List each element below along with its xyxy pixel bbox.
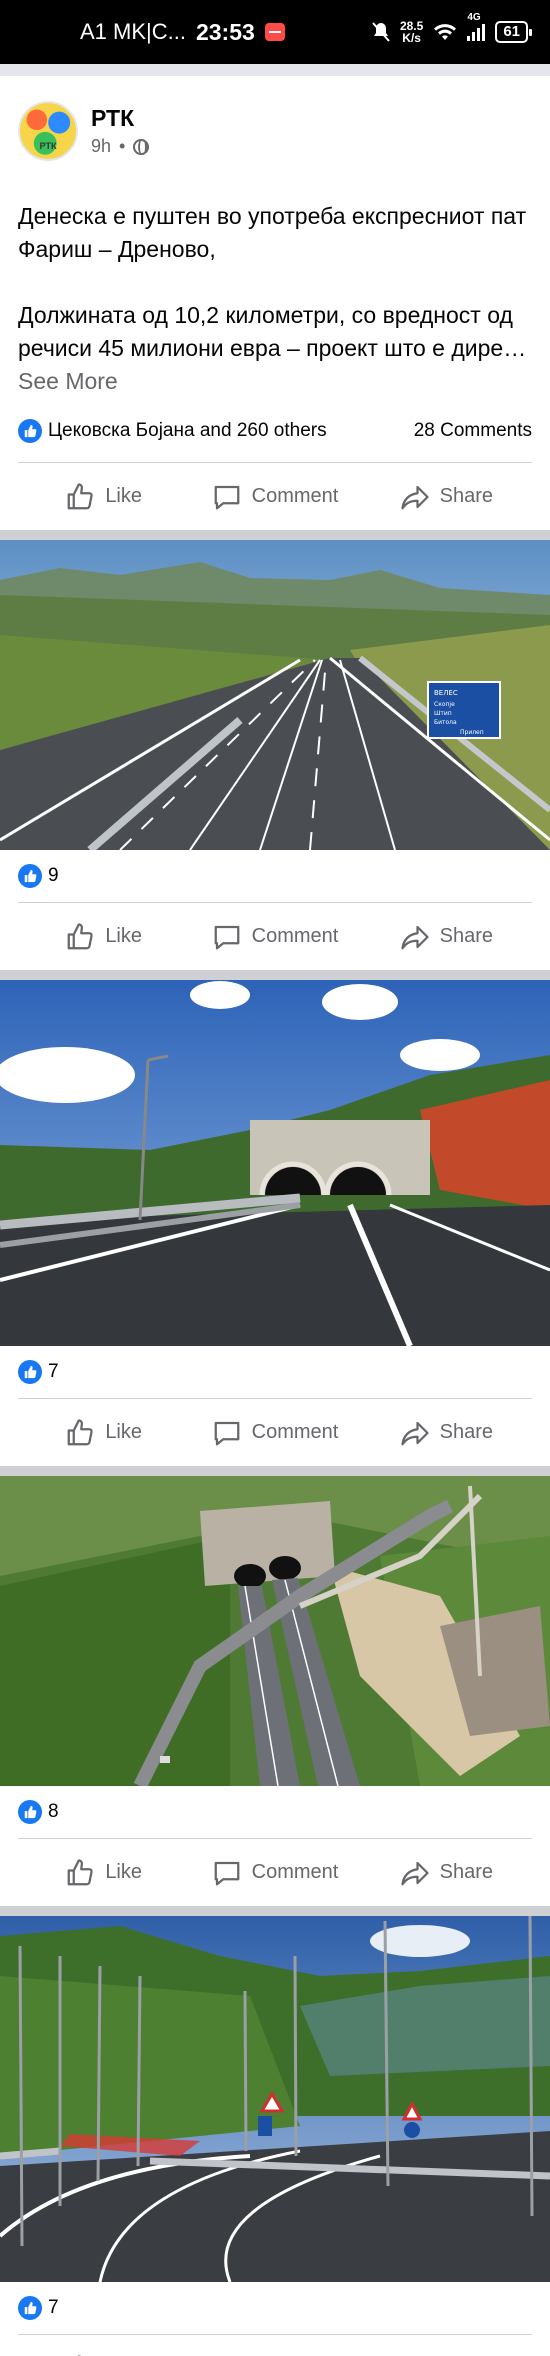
message-notification-icon xyxy=(264,23,285,41)
post-photo-2[interactable] xyxy=(0,980,550,1346)
post-timestamp: 9h • xyxy=(91,136,150,157)
sign-text-2: Скопје xyxy=(434,701,455,708)
clock: 23:53 xyxy=(195,18,255,45)
post-text-line-1: Денеска е пуштен во употреба експресниот… xyxy=(18,203,527,262)
share-icon xyxy=(401,1861,429,1885)
share-button[interactable]: Share xyxy=(361,1418,532,1448)
like-button[interactable]: Like xyxy=(18,1858,189,1888)
like-button[interactable]: Like xyxy=(18,482,189,512)
comment-button[interactable]: Comment xyxy=(189,482,360,512)
photo-4-actions: Like Comment Share xyxy=(18,2334,532,2356)
photo-2-reactions[interactable]: 7 xyxy=(0,1346,550,1398)
photo-1-actions: Like Comment Share xyxy=(18,902,532,970)
comment-button[interactable]: Comment xyxy=(189,1858,360,1888)
separator xyxy=(0,1906,550,1916)
share-button[interactable]: Share xyxy=(361,1858,532,1888)
separator xyxy=(0,64,550,76)
reactions-count[interactable]: Цековска Бојана and 260 others xyxy=(48,420,327,442)
mute-bell-icon xyxy=(372,22,390,42)
photo-3-actions: Like Comment Share xyxy=(18,1838,532,1906)
sign-text-5: Прилеп xyxy=(460,729,484,736)
reaction-summary: Цековска Бојана and 260 others 28 Commen… xyxy=(0,408,550,454)
like-reaction-icon xyxy=(18,419,42,443)
like-reaction-icon xyxy=(18,2296,42,2320)
photo-3-reactions[interactable]: 8 xyxy=(0,1786,550,1838)
share-button[interactable]: Share xyxy=(361,922,532,952)
thumbs-up-icon xyxy=(67,1418,94,1445)
like-reaction-icon xyxy=(18,1800,42,1824)
comment-button[interactable]: Comment xyxy=(189,922,360,952)
like-button[interactable]: Like xyxy=(18,922,189,952)
sign-text-3: Штип xyxy=(434,710,452,717)
status-bar: A1 MK|C... 23:53 28.5 K/s 4G 61 xyxy=(0,0,550,64)
battery-indicator: 61 xyxy=(495,21,532,43)
post-photo-4[interactable] xyxy=(0,1916,550,2282)
page-name[interactable]: РТК xyxy=(91,105,149,132)
share-button[interactable]: Share xyxy=(361,482,532,512)
share-icon xyxy=(401,485,429,509)
comment-icon xyxy=(214,1421,240,1445)
post-text: Денеска е пуштен во употреба експресниот… xyxy=(0,176,550,398)
separator xyxy=(0,530,550,540)
comment-icon xyxy=(214,485,240,509)
comments-count[interactable]: 28 Comments xyxy=(414,420,532,442)
photo-2-actions: Like Comment Share xyxy=(18,1398,532,1466)
highway-photo: ВЕЛЕС Скопје Штип Битола Прилеп xyxy=(0,540,550,850)
post-photo-3[interactable] xyxy=(0,1476,550,1786)
sign-text-1: ВЕЛЕС xyxy=(434,689,458,697)
post-actions: Like Comment Share xyxy=(18,462,532,530)
like-button[interactable]: Like xyxy=(18,1418,189,1448)
carrier-label: A1 MK|C... xyxy=(80,19,186,44)
photo-4-like-count: 7 xyxy=(48,2297,59,2318)
cellular-signal-icon: 4G xyxy=(467,12,486,41)
aerial-tunnel-photo xyxy=(0,1476,550,1786)
post-header: РТК РТК 9h • xyxy=(0,76,550,176)
share-icon xyxy=(401,925,429,949)
globe-icon xyxy=(133,138,150,155)
photo-2-like-count: 7 xyxy=(48,1361,59,1382)
post-text-line-2: Должината од 10,2 километри, со вредност… xyxy=(18,302,527,394)
see-more-link[interactable]: See More xyxy=(18,368,118,394)
sign-text-4: Битола xyxy=(434,719,457,726)
page-avatar[interactable]: РТК xyxy=(18,101,78,161)
post-photo-1[interactable]: ВЕЛЕС Скопје Штип Битола Прилеп xyxy=(0,540,550,850)
like-reaction-icon xyxy=(18,1360,42,1384)
comment-icon xyxy=(214,1861,240,1885)
curved-road-photo xyxy=(0,1916,550,2282)
thumbs-up-icon xyxy=(67,1858,94,1885)
comment-button[interactable]: Comment xyxy=(189,1418,360,1448)
tunnel-photo xyxy=(0,980,550,1346)
separator xyxy=(0,1466,550,1476)
network-speed: 28.5 K/s xyxy=(399,19,424,45)
like-reaction-icon xyxy=(18,864,42,888)
share-icon xyxy=(401,1421,429,1445)
photo-1-reactions[interactable]: 9 xyxy=(0,850,550,902)
photo-4-reactions[interactable]: 7 xyxy=(0,2282,550,2334)
photo-3-like-count: 8 xyxy=(48,1801,59,1822)
thumbs-up-icon xyxy=(67,922,94,949)
photo-1-like-count: 9 xyxy=(48,865,59,886)
thumbs-up-icon xyxy=(67,482,94,509)
wifi-icon xyxy=(434,24,457,40)
comment-icon xyxy=(214,925,240,949)
separator xyxy=(0,970,550,980)
